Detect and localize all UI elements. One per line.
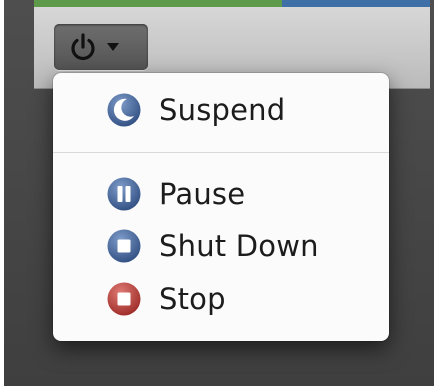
menu-item-stop[interactable]: Stop (53, 274, 389, 324)
power-menu-button[interactable] (54, 24, 148, 70)
moon-icon (107, 93, 141, 127)
window-top-strip (34, 0, 430, 7)
menu-separator (53, 152, 389, 153)
power-icon (71, 33, 95, 61)
menu-item-label: Shut Down (159, 229, 319, 263)
stop-square-icon (107, 282, 141, 316)
menu-item-pause[interactable]: Pause (53, 169, 389, 219)
menu-item-suspend[interactable]: Suspend (53, 85, 389, 135)
chevron-down-icon (107, 43, 119, 51)
menu-item-label: Stop (159, 282, 226, 316)
power-dropdown-menu: Suspend Pause Shut Down Stop (53, 73, 389, 341)
pause-icon (107, 177, 141, 211)
menu-item-label: Suspend (159, 93, 286, 127)
stop-square-icon (107, 229, 141, 263)
menu-item-label: Pause (159, 177, 246, 211)
menu-item-shut-down[interactable]: Shut Down (53, 221, 389, 271)
